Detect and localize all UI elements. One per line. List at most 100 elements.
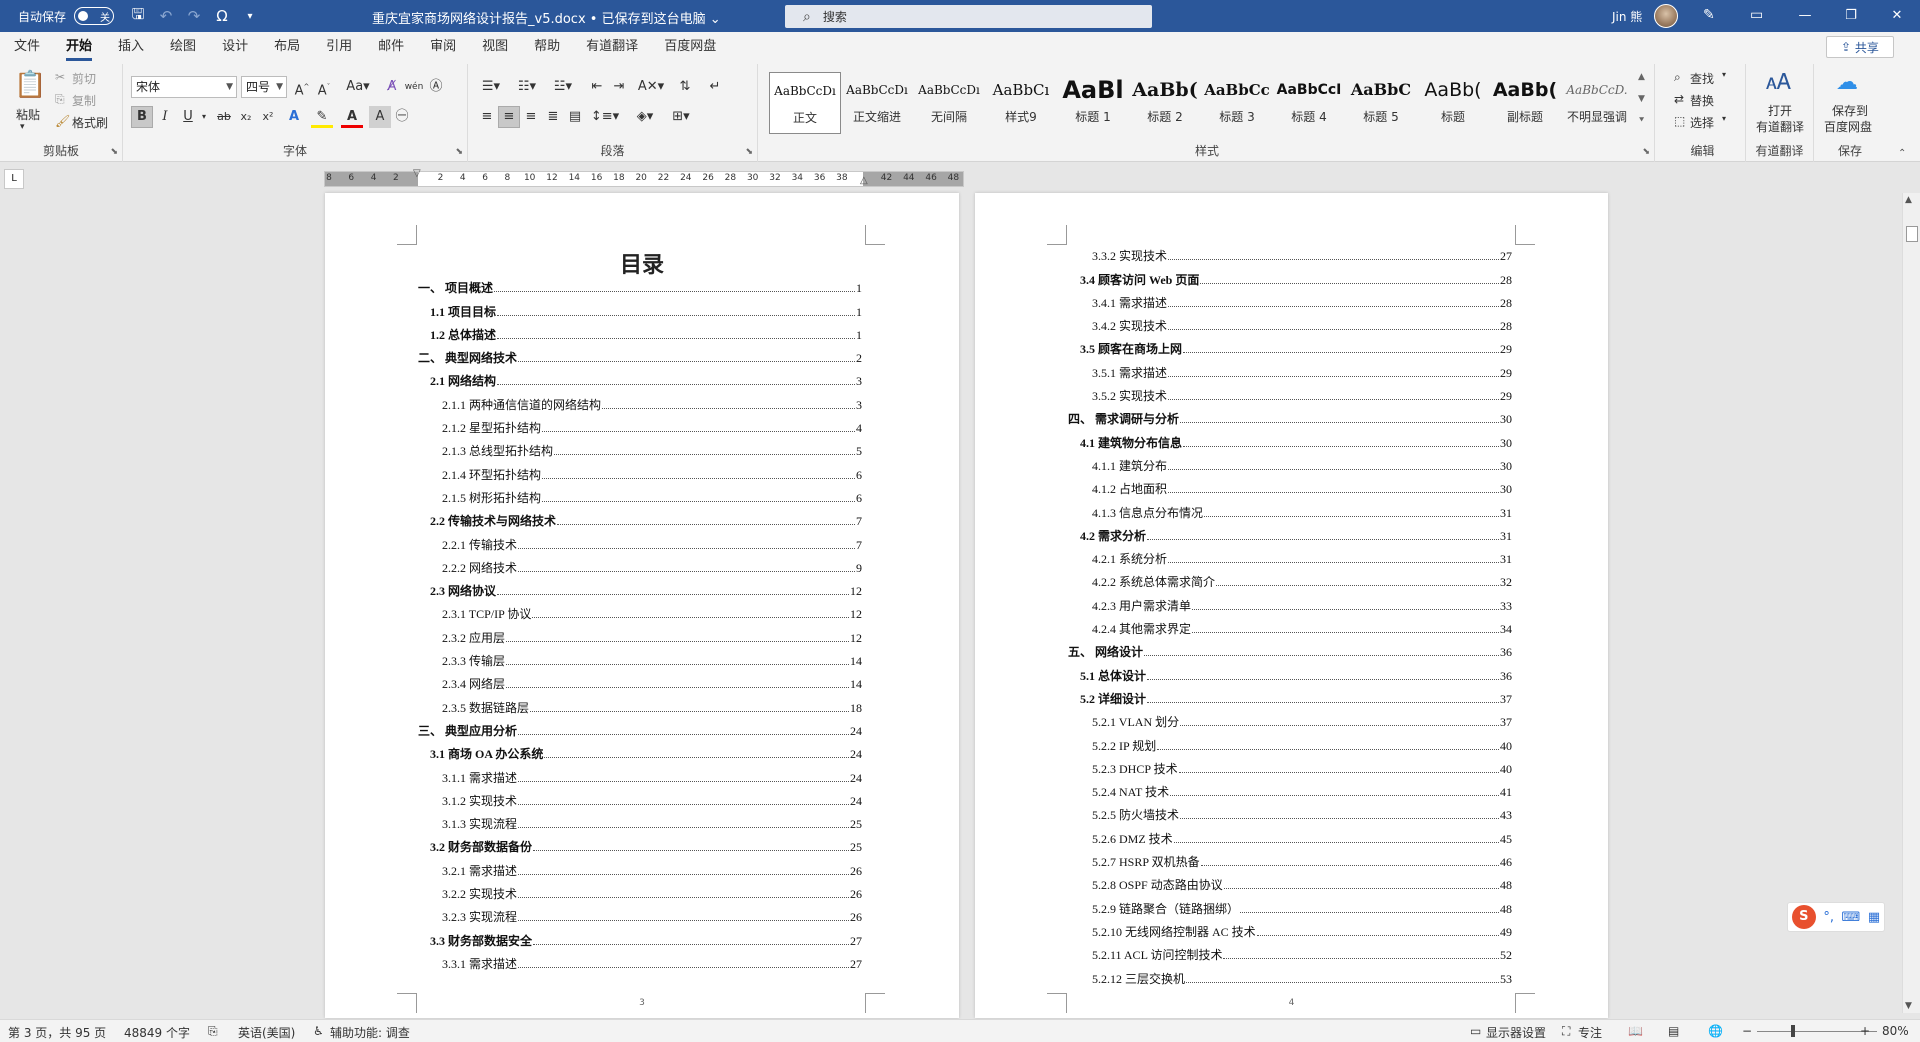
punctuation-icon[interactable]: °, bbox=[1823, 910, 1834, 925]
find-button[interactable]: 查找 bbox=[1690, 70, 1714, 87]
toc-entry[interactable]: 一、 项目概述 1 bbox=[418, 273, 862, 296]
toc-entry[interactable]: 5.2.7 HSRP 双机热备 46 bbox=[1068, 847, 1512, 870]
toc-entry[interactable]: 2.3.3 传输层 14 bbox=[418, 646, 862, 669]
toc-entry[interactable]: 3.4.2 实现技术 28 bbox=[1068, 311, 1512, 334]
print-layout-icon[interactable]: ▤ bbox=[1668, 1024, 1679, 1038]
toc-entry[interactable]: 3.4 顾客访问 Web 页面 28 bbox=[1068, 264, 1512, 287]
horizontal-ruler[interactable]: ▽ △ 8 6 4 2 2 4 6 8 10 12 14 16 18 20 22 24 26 28 30 32 34 36… bbox=[324, 168, 964, 187]
tab-insert[interactable]: 插入 bbox=[105, 34, 157, 64]
sort-icon[interactable]: ⇅ bbox=[674, 76, 696, 98]
word-count[interactable]: 48849 个字 bbox=[124, 1024, 190, 1041]
toc-entry[interactable]: 5.2 详细设计 37 bbox=[1068, 684, 1512, 707]
strikethrough-icon[interactable]: ab bbox=[213, 106, 235, 128]
toc-entry[interactable]: 3.5.2 实现技术 29 bbox=[1068, 381, 1512, 404]
toc-entry[interactable]: 5.2.9 链路聚合（链路捆绑） 48 bbox=[1068, 893, 1512, 916]
toc-entry[interactable]: 5.2.11 ACL 访问控制技术 52 bbox=[1068, 940, 1512, 963]
open-translate-label[interactable]: 打开 bbox=[1768, 102, 1792, 119]
toc-entry[interactable]: 三、 典型应用分析 24 bbox=[418, 716, 862, 739]
toc-entry[interactable]: 4.2.1 系统分析 31 bbox=[1068, 544, 1512, 567]
font-name-select[interactable]: 宋体 ▼ bbox=[131, 76, 237, 98]
toc-entry[interactable]: 五、 网络设计 36 bbox=[1068, 637, 1512, 660]
tab-baidu[interactable]: 百度网盘 bbox=[651, 34, 729, 64]
toc-entry[interactable]: 3.1.3 实现流程 25 bbox=[418, 809, 862, 832]
styles-launcher-icon[interactable]: ⬊ bbox=[1642, 147, 1650, 157]
style-no-spacing[interactable]: AaBbCcDı 无间隔 bbox=[913, 72, 985, 134]
customize-toolbar-icon[interactable]: ▾ bbox=[236, 11, 264, 22]
toc-entry[interactable]: 5.2.10 无线网络控制器 AC 技术 49 bbox=[1068, 917, 1512, 940]
page-4[interactable]: 3.3.2 实现技术 27 3.4 顾客访问 Web 页面 28 3.4.1 需求描述 2… bbox=[975, 193, 1608, 1018]
paste-dropdown-icon[interactable]: ▾ bbox=[20, 122, 25, 132]
zoom-in-icon[interactable]: + bbox=[1860, 1024, 1870, 1038]
tab-help[interactable]: 帮助 bbox=[521, 34, 573, 64]
toc-entry[interactable]: 3.2 财务部数据备份 25 bbox=[418, 832, 862, 855]
toc-entry[interactable]: 3.1 商场 OA 办公系统 24 bbox=[418, 739, 862, 762]
gallery-down-icon[interactable]: ▼ bbox=[1638, 94, 1645, 104]
text-effects-icon[interactable]: A bbox=[283, 106, 305, 128]
toc-entry[interactable]: 1.2 总体描述 1 bbox=[418, 320, 862, 343]
toc-entry[interactable]: 2.1.3 总线型拓扑结构 5 bbox=[418, 436, 862, 459]
style-title[interactable]: AaBb( 标题 bbox=[1417, 72, 1489, 134]
underline-dropdown-icon[interactable]: ▾ bbox=[193, 106, 215, 128]
style-heading-5[interactable]: AaBbC 标题 5 bbox=[1345, 72, 1417, 134]
format-painter-icon[interactable]: 🖌 bbox=[55, 114, 70, 128]
line-spacing-icon[interactable]: ↕≡▾ bbox=[590, 106, 620, 128]
display-settings-icon[interactable]: ▭ bbox=[1470, 1024, 1481, 1038]
display-settings[interactable]: 显示器设置 bbox=[1486, 1024, 1546, 1041]
chinese-layout-icon[interactable]: A✕▾ bbox=[636, 76, 666, 98]
clipboard-launcher-icon[interactable]: ⬊ bbox=[110, 147, 118, 157]
toc-entry[interactable]: 4.1.3 信息点分布情况 31 bbox=[1068, 497, 1512, 520]
replace-button[interactable]: 替换 bbox=[1690, 92, 1714, 109]
toc-entry[interactable]: 2.2 传输技术与网络技术 7 bbox=[418, 506, 862, 529]
bullets-icon[interactable]: ☰▾ bbox=[476, 76, 506, 98]
toc-entry[interactable]: 2.2.2 网络技术 9 bbox=[418, 553, 862, 576]
restore-icon[interactable]: ❐ bbox=[1828, 0, 1874, 32]
clear-formatting-icon[interactable]: A̸ bbox=[381, 76, 403, 98]
toc-entry[interactable]: 2.2.1 传输技术 7 bbox=[418, 529, 862, 552]
italic-icon[interactable]: I bbox=[154, 106, 176, 128]
toc-entry[interactable]: 3.3 财务部数据安全 27 bbox=[418, 925, 862, 948]
toc-entry[interactable]: 5.2.6 DMZ 技术 45 bbox=[1068, 823, 1512, 846]
show-marks-icon[interactable]: ↵ bbox=[704, 76, 726, 98]
language[interactable]: 英语(美国) bbox=[238, 1024, 295, 1041]
tab-design[interactable]: 设计 bbox=[209, 34, 261, 64]
toc-entry[interactable]: 4.2 需求分析 31 bbox=[1068, 521, 1512, 544]
cut-icon[interactable]: ✂ bbox=[55, 70, 65, 84]
tab-review[interactable]: 审阅 bbox=[417, 34, 469, 64]
share-button[interactable]: ⇪ 共享 bbox=[1826, 36, 1894, 58]
align-left-icon[interactable]: ≡ bbox=[476, 106, 498, 128]
focus-mode[interactable]: 专注 bbox=[1578, 1024, 1602, 1041]
search-input[interactable]: ⌕ 搜索 bbox=[785, 5, 1152, 28]
scroll-thumb[interactable] bbox=[1906, 226, 1918, 242]
avatar[interactable] bbox=[1654, 4, 1678, 28]
font-color-icon[interactable]: A bbox=[341, 106, 363, 128]
toc-entry[interactable]: 5.2.5 防火墙技术 43 bbox=[1068, 800, 1512, 823]
style-heading-1[interactable]: AaBl 标题 1 bbox=[1057, 72, 1129, 134]
toc-entry[interactable]: 3.1.1 需求描述 24 bbox=[418, 762, 862, 785]
toc-entry[interactable]: 2.1.5 树形拓扑结构 6 bbox=[418, 483, 862, 506]
toc-entry[interactable]: 4.2.4 其他需求界定 34 bbox=[1068, 614, 1512, 637]
toc-entry[interactable]: 3.2.3 实现流程 26 bbox=[418, 902, 862, 925]
scroll-up-icon[interactable]: ▲ bbox=[1905, 195, 1912, 205]
toc-entry[interactable]: 2.1 网络结构 3 bbox=[418, 366, 862, 389]
baidu-cloud-icon[interactable]: ☁ bbox=[1836, 70, 1858, 95]
grow-font-icon[interactable]: A^ bbox=[291, 76, 313, 98]
bold-icon[interactable]: B bbox=[131, 106, 153, 128]
document-title[interactable]: 重庆宜家商场网络设计报告_v5.docx • 已保存到这台电脑 ⌄ bbox=[372, 8, 721, 27]
redo-icon[interactable]: ↷ bbox=[180, 7, 208, 25]
save-to-label-2[interactable]: 百度网盘 bbox=[1824, 118, 1872, 135]
proofing-icon[interactable]: ⎘ bbox=[208, 1024, 218, 1039]
enclose-characters-icon[interactable]: ㊀ bbox=[391, 106, 413, 128]
toc-entry[interactable]: 2.1.4 环型拓扑结构 6 bbox=[418, 459, 862, 482]
subscript-icon[interactable]: x₂ bbox=[235, 106, 257, 128]
toc-entry[interactable]: 1.1 项目目标 1 bbox=[418, 296, 862, 319]
toc-entry[interactable]: 5.2.3 DHCP 技术 40 bbox=[1068, 754, 1512, 777]
focus-icon[interactable]: ⛶ bbox=[1562, 1024, 1570, 1039]
replace-icon[interactable]: ⇄ bbox=[1674, 92, 1684, 106]
font-size-select[interactable]: 四号 ▼ bbox=[241, 76, 287, 98]
scroll-down-icon[interactable]: ▼ bbox=[1905, 1001, 1912, 1011]
vertical-scrollbar[interactable]: ▲ ▼ bbox=[1902, 193, 1920, 1013]
toc-entry[interactable]: 5.2.2 IP 规划 40 bbox=[1068, 730, 1512, 753]
style-subtle-emphasis[interactable]: AaBbCcD. 不明显强调 bbox=[1561, 72, 1633, 134]
save-to-label[interactable]: 保存到 bbox=[1832, 102, 1868, 119]
toc-entry[interactable]: 4.1.1 建筑分布 30 bbox=[1068, 451, 1512, 474]
